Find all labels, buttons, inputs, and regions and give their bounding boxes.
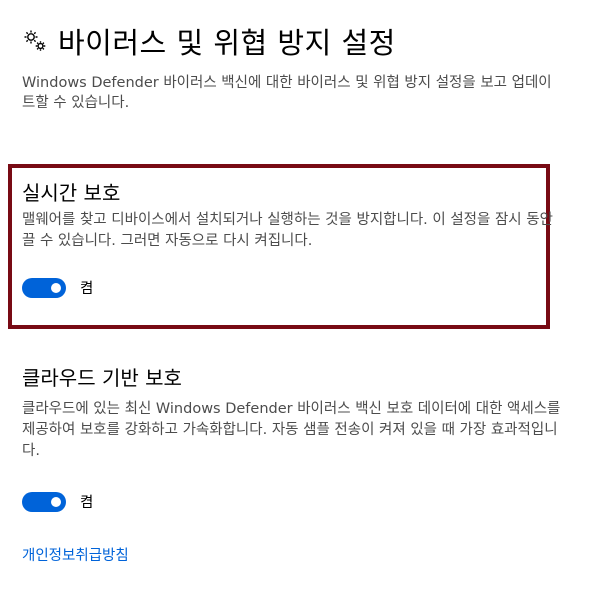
cloud-protection-section: 클라우드 기반 보호 클라우드에 있는 최신 Windows Defender … (22, 362, 562, 462)
cloud-protection-description: 클라우드에 있는 최신 Windows Defender 바이러스 백신 보호 … (22, 401, 561, 459)
page-header: 바이러스 및 위협 방지 설정 (22, 20, 396, 62)
toggle-knob (51, 282, 61, 293)
cloud-toggle-state: 켬 (80, 495, 94, 511)
realtime-protection-title: 실시간 보호 (22, 181, 121, 205)
cloud-protection-title: 클라우드 기반 보호 (22, 366, 182, 390)
realtime-protection-section: 실시간 보호 맬웨어를 찾고 디바이스에서 설치되거나 실행하는 것을 방지합니… (22, 177, 562, 252)
cloud-protection-toggle[interactable] (22, 491, 66, 512)
gear-icon (24, 30, 46, 51)
cloud-toggle-row: 켬 (22, 491, 93, 512)
realtime-protection-toggle[interactable] (22, 277, 66, 298)
realtime-protection-description: 맬웨어를 찾고 디바이스에서 설치되거나 실행하는 것을 방지합니다. 이 설정… (22, 212, 553, 249)
realtime-toggle-state: 켬 (80, 281, 94, 297)
page-description: Windows Defender 바이러스 백신에 대한 바이러스 및 위협 방… (22, 75, 552, 111)
realtime-toggle-row: 켬 (22, 277, 93, 298)
privacy-policy-link[interactable]: 개인정보취급방침 (22, 544, 129, 565)
toggle-knob (51, 496, 61, 507)
page-title: 바이러스 및 위협 방지 설정 (58, 26, 396, 60)
